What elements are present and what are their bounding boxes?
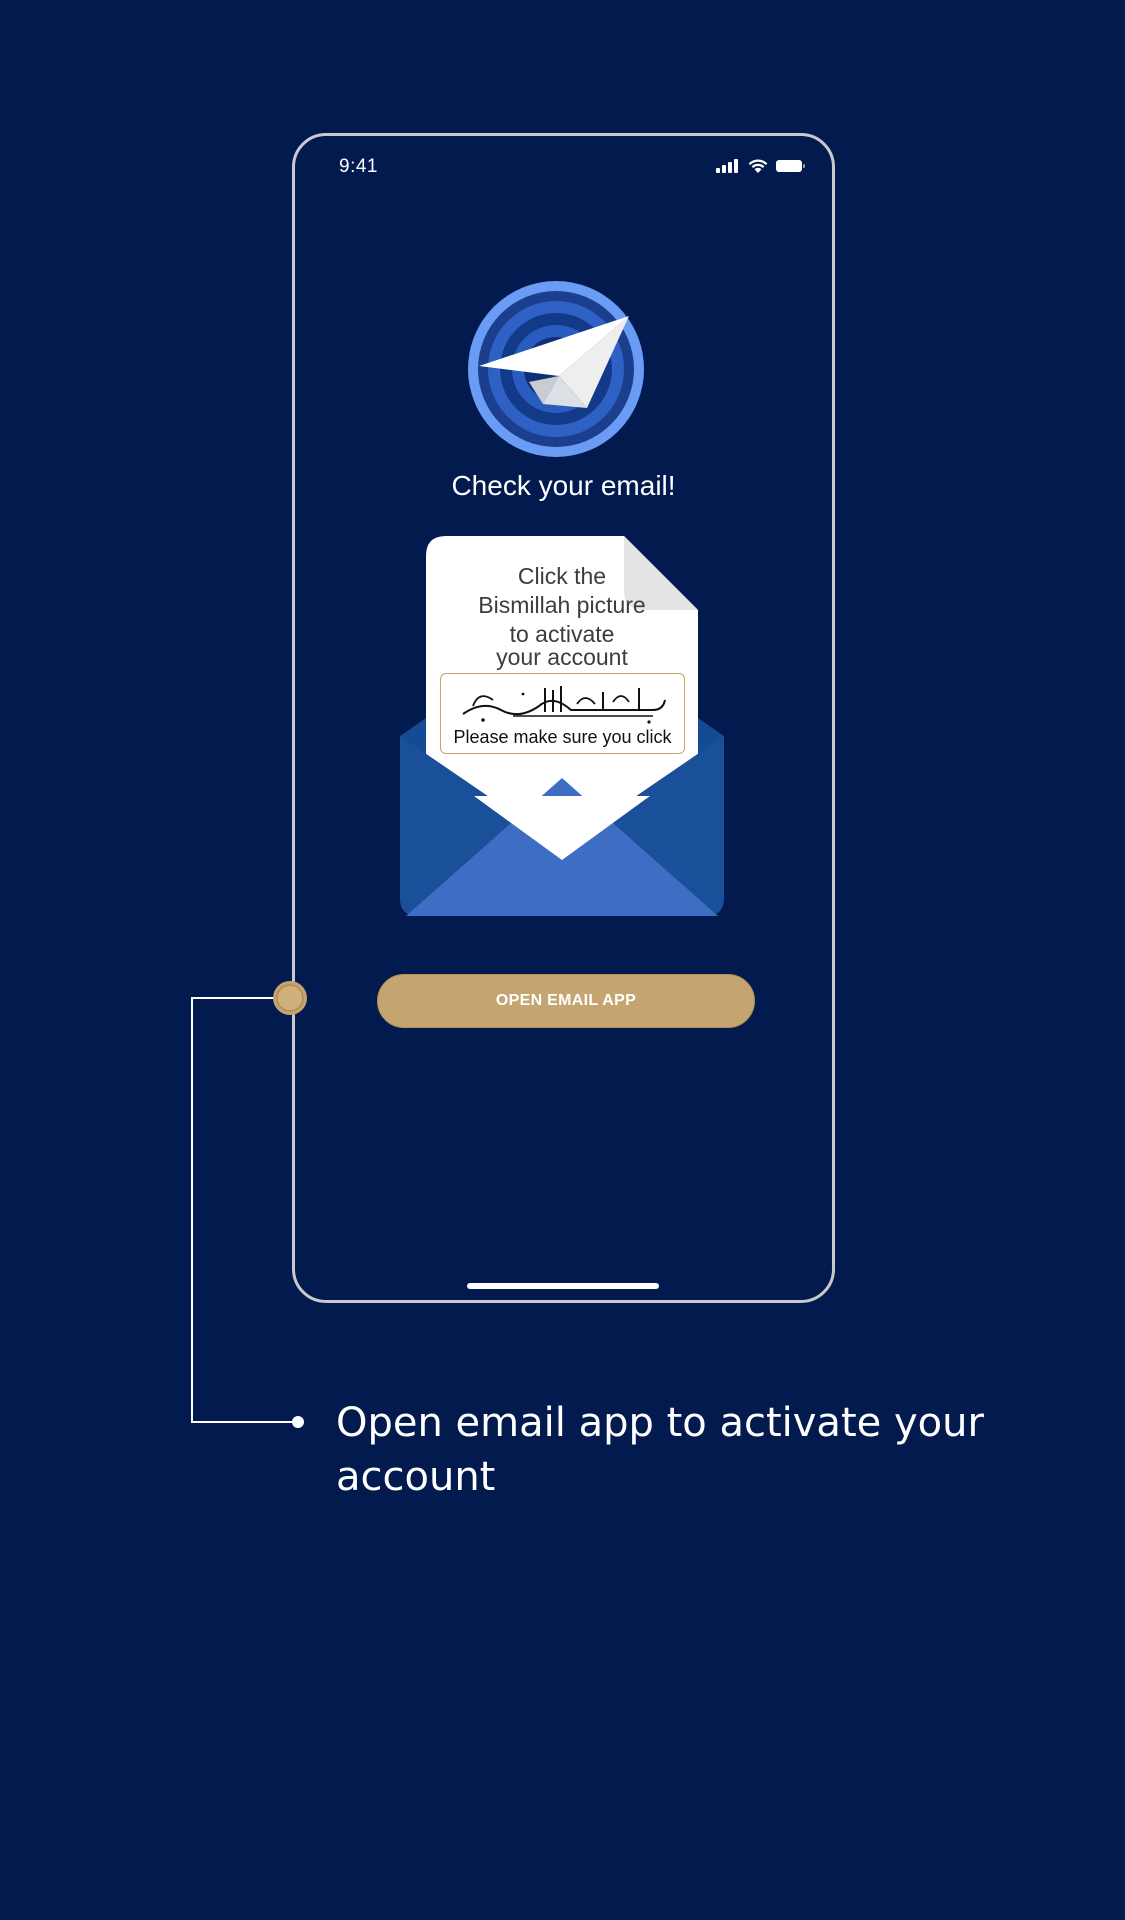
home-indicator[interactable] (467, 1283, 659, 1289)
bismillah-note: Please make sure you click (453, 727, 672, 747)
letter-line-4: your account (496, 644, 628, 670)
paper-plane-logo-icon (468, 281, 644, 457)
battery-icon (776, 160, 805, 172)
phone-frame: 9:41 Check your email! Click the Bismill… (292, 133, 835, 1303)
bismillah-picture[interactable]: Please make sure you click (440, 673, 685, 754)
bismillah-calligraphy-icon (462, 686, 666, 724)
annotation-anchor-dot (273, 981, 307, 1015)
status-icons (716, 158, 806, 174)
check-email-title: Check your email! (451, 470, 676, 501)
annotation-caption: Open email app to activate your account (336, 1400, 984, 1500)
status-time: 9:41 (339, 156, 378, 177)
wifi-icon (748, 159, 768, 173)
signal-icon (716, 159, 738, 173)
letter-line-2: Bismillah picture (478, 592, 646, 618)
open-email-app-button[interactable]: OPEN EMAIL APP (377, 974, 755, 1028)
caption-bullet-dot (292, 1416, 304, 1428)
letter-line-1: Click the (517, 563, 607, 589)
